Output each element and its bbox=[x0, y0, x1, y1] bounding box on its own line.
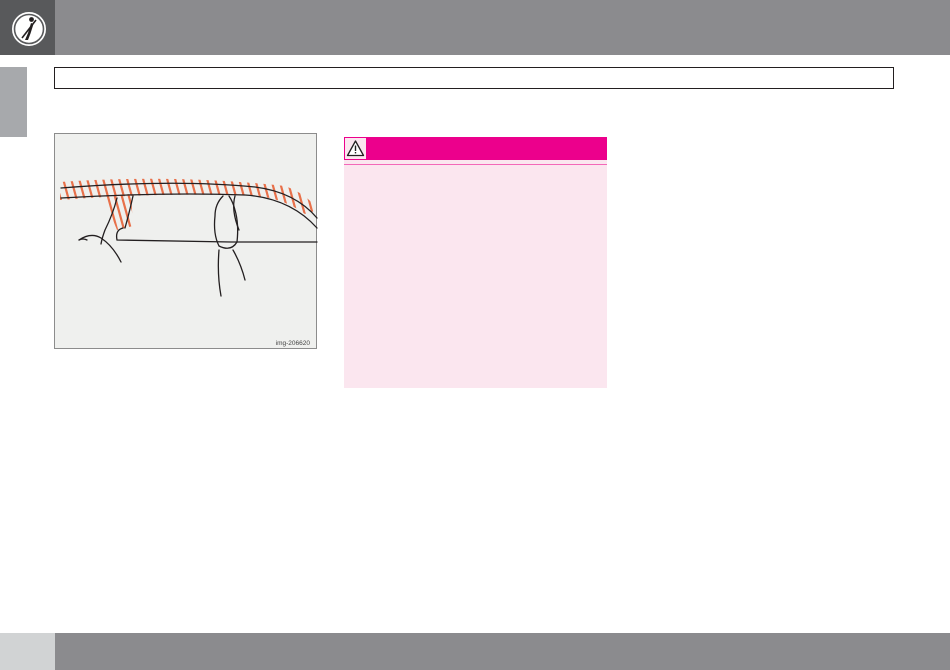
hatch-stroke bbox=[313, 178, 318, 214]
chapter-icon-tile bbox=[0, 0, 55, 55]
chapter-side-tab[interactable] bbox=[0, 67, 27, 137]
hatch-stroke bbox=[177, 178, 203, 214]
hatch-stroke bbox=[241, 178, 267, 214]
hatch-stroke bbox=[161, 178, 187, 214]
hatch-stroke bbox=[60, 178, 83, 214]
hatch-stroke bbox=[153, 178, 179, 214]
hatch-stroke bbox=[169, 178, 195, 214]
hatch-stroke bbox=[132, 194, 133, 230]
hatch-stroke bbox=[249, 178, 275, 214]
hatch-stroke bbox=[193, 178, 219, 214]
hatch-stroke bbox=[201, 178, 227, 214]
hatch-stroke bbox=[73, 178, 99, 214]
hatch-stroke bbox=[257, 178, 283, 214]
hatch-stroke bbox=[81, 178, 107, 214]
hatch-stroke bbox=[60, 178, 75, 214]
hatch-stroke bbox=[113, 178, 139, 214]
hatch-stroke bbox=[55, 164, 57, 244]
curtain-airbag-illustration: img-206620 bbox=[54, 133, 318, 349]
section-title-box bbox=[54, 67, 894, 89]
warning-box bbox=[344, 137, 607, 388]
hatch-stroke bbox=[185, 178, 211, 214]
hatch-stroke bbox=[129, 178, 155, 214]
header-band bbox=[55, 0, 950, 55]
seatbelt-icon bbox=[12, 12, 46, 46]
page-number-tile bbox=[0, 633, 55, 670]
hatch-stroke bbox=[65, 178, 91, 214]
hatch-stroke bbox=[60, 178, 67, 214]
warning-divider bbox=[344, 164, 607, 165]
airbag-zone-hatching bbox=[55, 164, 318, 244]
car-outline bbox=[60, 182, 318, 297]
hatch-stroke bbox=[305, 178, 318, 214]
footer-band bbox=[55, 633, 950, 670]
hatch-stroke bbox=[141, 164, 163, 244]
image-code: img-206620 bbox=[276, 340, 311, 347]
hatch-stroke bbox=[121, 178, 147, 214]
car-interior-drawing: img-206620 bbox=[55, 164, 318, 347]
warning-header bbox=[344, 137, 607, 160]
bottom-footer-bar bbox=[0, 633, 950, 670]
top-header-bar bbox=[0, 0, 950, 55]
hatch-stroke bbox=[145, 178, 171, 214]
hatch-stroke bbox=[265, 178, 291, 214]
hatch-stroke bbox=[137, 178, 163, 214]
warning-triangle-icon bbox=[346, 140, 365, 157]
warning-icon-tile bbox=[345, 138, 366, 159]
